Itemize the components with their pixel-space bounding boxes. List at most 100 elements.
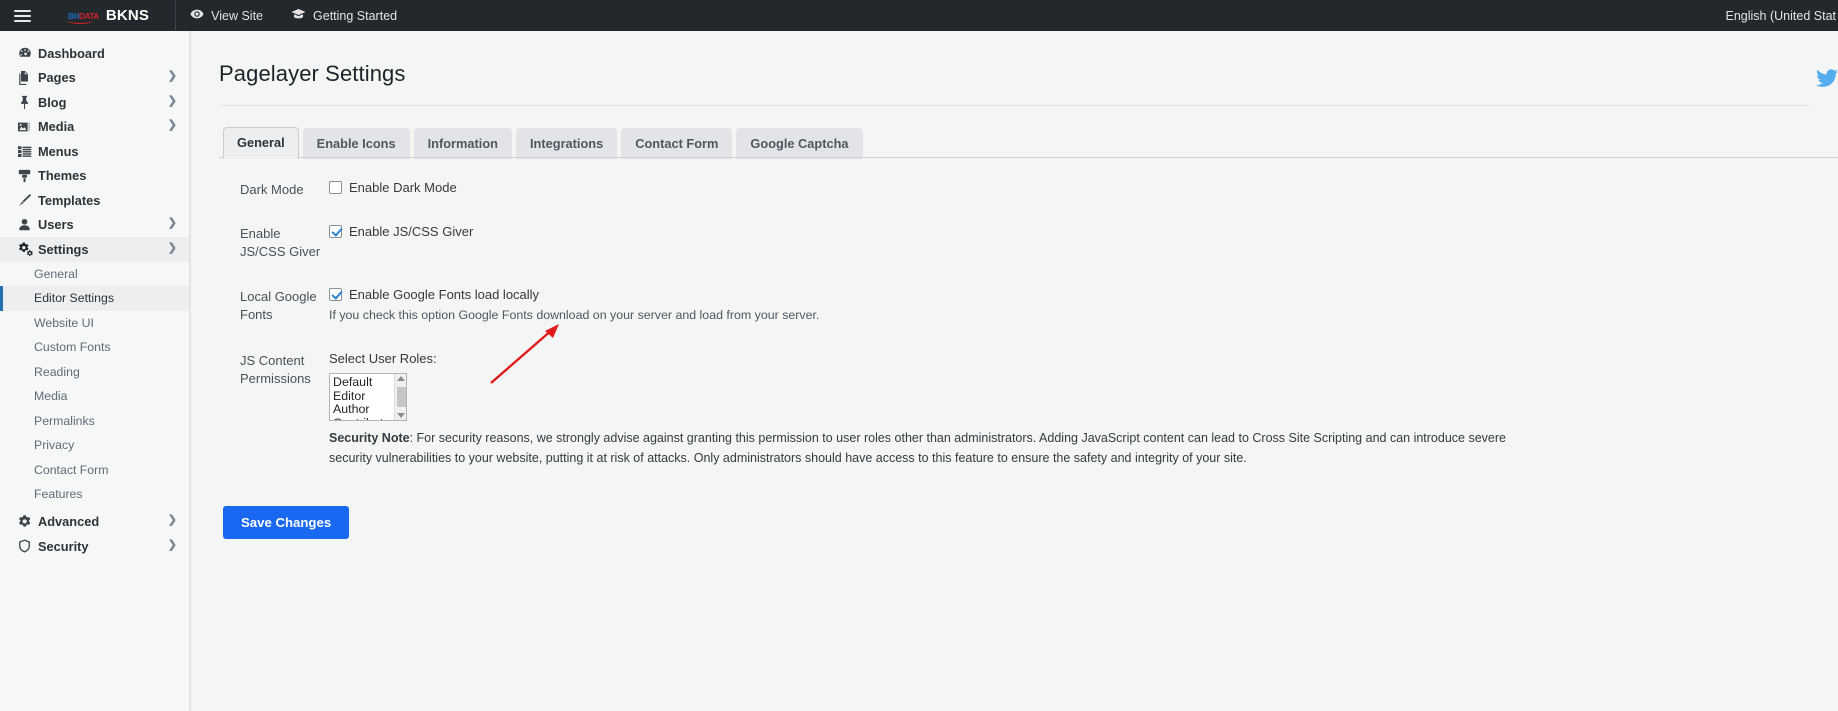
enable-local-google-fonts-label[interactable]: Enable Google Fonts load locally <box>349 287 539 303</box>
tab-integrations[interactable]: Integrations <box>516 128 618 159</box>
sidebar-item-media[interactable]: Media ❯ <box>0 115 189 140</box>
sidebar-item-users[interactable]: Users ❯ <box>0 213 189 238</box>
settings-tabs: General Enable Icons Information Integra… <box>190 106 1838 159</box>
enable-dark-mode-label[interactable]: Enable Dark Mode <box>349 180 457 196</box>
row-label: JS Content Permissions <box>240 353 311 387</box>
menus-icon <box>18 145 38 158</box>
brush-icon <box>18 169 38 183</box>
tab-label: Enable Icons <box>316 136 396 151</box>
sidebar-subitem-general[interactable]: General <box>0 262 189 287</box>
row-dark-mode: Dark Mode Enable Dark Mode <box>190 180 1838 199</box>
view-site-label: View Site <box>211 8 264 23</box>
sidebar-item-themes[interactable]: Themes <box>0 164 189 189</box>
getting-started-button[interactable]: Getting Started <box>277 0 411 31</box>
row-label: Local Google Fonts <box>240 288 317 322</box>
scroll-up-arrow-icon[interactable] <box>397 376 406 382</box>
tab-information[interactable]: Information <box>413 128 512 159</box>
sidebar-item-label: Themes <box>38 168 87 184</box>
sidebar-subitem-permalinks[interactable]: Permalinks <box>0 409 189 434</box>
language-label: English (United Stat <box>1725 8 1836 23</box>
row-local-google-fonts: Local Google Fonts Enable Google Fonts l… <box>190 287 1838 325</box>
tab-google-captcha[interactable]: Google Captcha <box>736 128 863 159</box>
user-roles-scrollbar[interactable] <box>394 374 406 421</box>
sidebar-item-templates[interactable]: Templates <box>0 188 189 213</box>
subnav-label: Permalinks <box>34 413 95 428</box>
enable-dark-mode-checkbox[interactable] <box>329 180 342 194</box>
hamburger-icon[interactable] <box>0 0 44 31</box>
enable-js-css-giver-checkbox[interactable] <box>329 224 342 238</box>
scrollbar-thumb[interactable] <box>396 387 406 408</box>
sidebar-subitem-media[interactable]: Media <box>0 384 189 409</box>
sidebar-item-settings[interactable]: Settings ❯ <box>0 237 189 262</box>
brand-link[interactable]: BHDATA BKNS <box>67 7 149 24</box>
sidebar-item-dashboard[interactable]: Dashboard <box>0 41 189 66</box>
security-note: Security Note: For security reasons, we … <box>329 429 1509 468</box>
sidebar-item-label: Menus <box>38 143 79 159</box>
sidebar-subitem-privacy[interactable]: Privacy <box>0 433 189 458</box>
row-label: Enable JS/CSS Giver <box>240 225 321 259</box>
main-content: Pagelayer Settings General Enable Icons … <box>190 31 1838 711</box>
sidebar-item-label: Users <box>38 217 74 233</box>
settings-submenu: General Editor Settings Website UI Custo… <box>0 262 189 507</box>
chevron-right-icon: ❯ <box>167 217 177 230</box>
tab-label: General <box>237 135 285 150</box>
subnav-label: Media <box>34 389 68 404</box>
sidebar-item-security[interactable]: Security ❯ <box>0 534 189 559</box>
sidebar: Dashboard Pages ❯ Blog ❯ Media ❯ Menus T… <box>0 31 190 711</box>
tab-label: Information <box>427 136 498 151</box>
tab-general[interactable]: General <box>223 127 299 159</box>
top-bar: BHDATA BKNS View Site Getting Started En… <box>0 0 1838 31</box>
save-changes-button[interactable]: Save Changes <box>223 506 350 540</box>
graduation-cap-icon <box>291 7 306 24</box>
subnav-label: Editor Settings <box>34 291 114 306</box>
sidebar-item-advanced[interactable]: Advanced ❯ <box>0 510 189 535</box>
user-roles-select[interactable]: Default Editor Author Contributor <box>329 373 407 422</box>
sidebar-subitem-reading[interactable]: Reading <box>0 360 189 385</box>
user-role-option[interactable]: Contributor <box>333 416 394 420</box>
tab-enable-icons[interactable]: Enable Icons <box>302 128 410 159</box>
getting-started-label: Getting Started <box>313 8 398 23</box>
sidebar-subitem-features[interactable]: Features <box>0 482 189 507</box>
sidebar-item-blog[interactable]: Blog ❯ <box>0 90 189 115</box>
eye-icon <box>190 7 204 24</box>
enable-local-google-fonts-checkbox[interactable] <box>329 287 342 301</box>
chevron-right-icon: ❯ <box>167 538 177 551</box>
scroll-down-arrow-icon[interactable] <box>397 413 406 419</box>
sidebar-subitem-editor-settings[interactable]: Editor Settings <box>0 286 189 311</box>
local-google-fonts-help: If you check this option Google Fonts do… <box>329 308 820 323</box>
twitter-icon[interactable] <box>1816 69 1838 91</box>
security-note-body: : For security reasons, we strongly advi… <box>329 431 1506 465</box>
user-role-option[interactable]: Author <box>333 403 394 417</box>
subnav-label: Privacy <box>34 438 75 453</box>
sidebar-item-label: Templates <box>38 192 101 208</box>
bhdata-logo-icon: BHDATA <box>67 12 99 24</box>
chevron-down-icon: ❯ <box>167 241 177 254</box>
shield-icon <box>18 539 38 553</box>
chevron-right-icon: ❯ <box>167 70 177 83</box>
sidebar-item-pages[interactable]: Pages ❯ <box>0 66 189 91</box>
user-role-option[interactable]: Editor <box>333 389 394 404</box>
subnav-label: Contact Form <box>34 462 109 477</box>
sidebar-subitem-custom-fonts[interactable]: Custom Fonts <box>0 335 189 360</box>
subnav-label: Custom Fonts <box>34 340 111 355</box>
sidebar-subitem-website-ui[interactable]: Website UI <box>0 311 189 336</box>
user-role-option[interactable]: Default <box>333 376 394 390</box>
enable-js-css-giver-label[interactable]: Enable JS/CSS Giver <box>349 224 473 240</box>
sidebar-item-label: Security <box>38 538 89 554</box>
subnav-label: Website UI <box>34 315 94 330</box>
sidebar-subitem-contact-form[interactable]: Contact Form <box>0 458 189 483</box>
gear-icon <box>18 515 38 528</box>
row-label: Dark Mode <box>240 181 304 197</box>
sidebar-item-label: Dashboard <box>38 45 105 61</box>
tab-label: Integrations <box>530 136 604 151</box>
tab-contact-form[interactable]: Contact Form <box>621 128 733 159</box>
row-js-content-permissions: JS Content Permissions Select User Roles… <box>190 351 1838 468</box>
gears-icon <box>18 242 38 257</box>
chevron-right-icon: ❯ <box>167 514 177 527</box>
media-icon <box>18 120 38 134</box>
paintbrush-icon <box>18 193 38 207</box>
view-site-button[interactable]: View Site <box>176 0 277 31</box>
sidebar-item-menus[interactable]: Menus <box>0 139 189 164</box>
sidebar-item-label: Pages <box>38 70 76 86</box>
language-selector[interactable]: English (United Stat <box>1726 9 1838 23</box>
